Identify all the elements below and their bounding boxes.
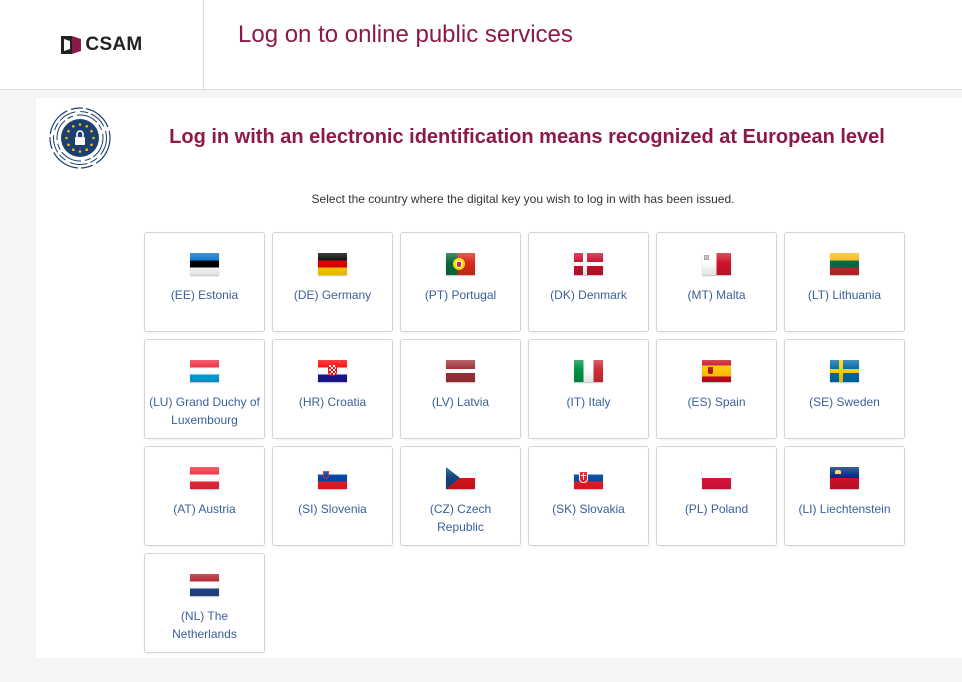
country-card-it[interactable]: (IT) Italy [528, 339, 649, 439]
country-card-mt[interactable]: (MT) Malta [656, 232, 777, 332]
poland-flag-icon [702, 467, 731, 489]
country-card-ee[interactable]: (EE) Estonia [144, 232, 265, 332]
country-label: (LU) Grand Duchy of Luxembourg [149, 395, 260, 427]
country-label: (ES) Spain [687, 395, 746, 409]
country-label: (LV) Latvia [431, 395, 490, 409]
country-label: (AT) Austria [173, 502, 236, 516]
country-label: (DK) Denmark [550, 288, 627, 302]
country-card-cz[interactable]: (CZ) Czech Republic [400, 446, 521, 546]
csam-logo[interactable]: CSAM [60, 34, 142, 56]
lithuania-flag-icon [830, 253, 859, 275]
panel-title: Log in with an electronic identification… [169, 126, 885, 148]
country-card-pt[interactable]: (PT) Portugal [400, 232, 521, 332]
country-card-lv[interactable]: (LV) Latvia [400, 339, 521, 439]
estonia-flag-icon [190, 253, 219, 275]
country-card-lu[interactable]: (LU) Grand Duchy of Luxembourg [144, 339, 265, 439]
germany-flag-icon [318, 253, 347, 275]
country-label: (SE) Sweden [809, 395, 880, 409]
croatia-flag-icon [318, 360, 347, 382]
slovenia-flag-icon [318, 467, 347, 489]
slovakia-flag-icon [574, 467, 603, 489]
country-card-dk[interactable]: (DK) Denmark [528, 232, 649, 332]
country-card-sk[interactable]: (SK) Slovakia [528, 446, 649, 546]
country-card-se[interactable]: (SE) Sweden [784, 339, 905, 439]
country-label: (DE) Germany [293, 288, 372, 302]
luxembourg-flag-icon [190, 360, 219, 382]
logo-area: CSAM [0, 0, 204, 89]
netherlands-flag-icon [190, 574, 219, 596]
country-label: (CZ) Czech Republic [429, 502, 492, 534]
country-card-de[interactable]: (DE) Germany [272, 232, 393, 332]
italy-flag-icon [574, 360, 603, 382]
country-card-es[interactable]: (ES) Spain [656, 339, 777, 439]
country-label: (LT) Lithuania [807, 288, 882, 302]
czech-flag-icon [446, 467, 475, 489]
country-label: (SI) Slovenia [298, 502, 367, 516]
austria-flag-icon [190, 467, 219, 489]
top-bar: CSAM Log on to online public services [0, 0, 962, 90]
instruction-text: Select the country where the digital key… [311, 192, 735, 206]
portugal-flag-icon [446, 253, 475, 275]
country-label: (PT) Portugal [424, 288, 497, 302]
country-label: (LI) Liechtenstein [798, 502, 891, 516]
malta-flag-icon [702, 253, 731, 275]
country-label: (HR) Croatia [298, 395, 367, 409]
country-grid: (EE) Estonia (DE) Germany (PT) Portugal … [144, 232, 905, 653]
country-card-pl[interactable]: (PL) Poland [656, 446, 777, 546]
country-label: (MT) Malta [687, 288, 746, 302]
country-label: (IT) Italy [566, 395, 611, 409]
country-card-li[interactable]: (LI) Liechtenstein [784, 446, 905, 546]
liechtenstein-flag-icon [830, 467, 859, 489]
eidas-panel: Log in with an electronic identification… [36, 98, 962, 658]
country-label: (PL) Poland [684, 502, 749, 516]
country-label: (SK) Slovakia [552, 502, 625, 516]
country-card-at[interactable]: (AT) Austria [144, 446, 265, 546]
country-card-hr[interactable]: (HR) Croatia [272, 339, 393, 439]
csam-logo-text: CSAM [85, 33, 143, 55]
sweden-flag-icon [830, 360, 859, 382]
latvia-flag-icon [446, 360, 475, 382]
country-label: (NL) The Netherlands [172, 609, 237, 641]
page-title: Log on to online public services [238, 21, 573, 48]
country-card-nl[interactable]: (NL) The Netherlands [144, 553, 265, 653]
spain-flag-icon [702, 360, 731, 382]
country-card-lt[interactable]: (LT) Lithuania [784, 232, 905, 332]
denmark-flag-icon [574, 253, 603, 275]
country-label: (EE) Estonia [170, 288, 239, 302]
csam-logo-icon [61, 35, 82, 54]
country-card-si[interactable]: (SI) Slovenia [272, 446, 393, 546]
